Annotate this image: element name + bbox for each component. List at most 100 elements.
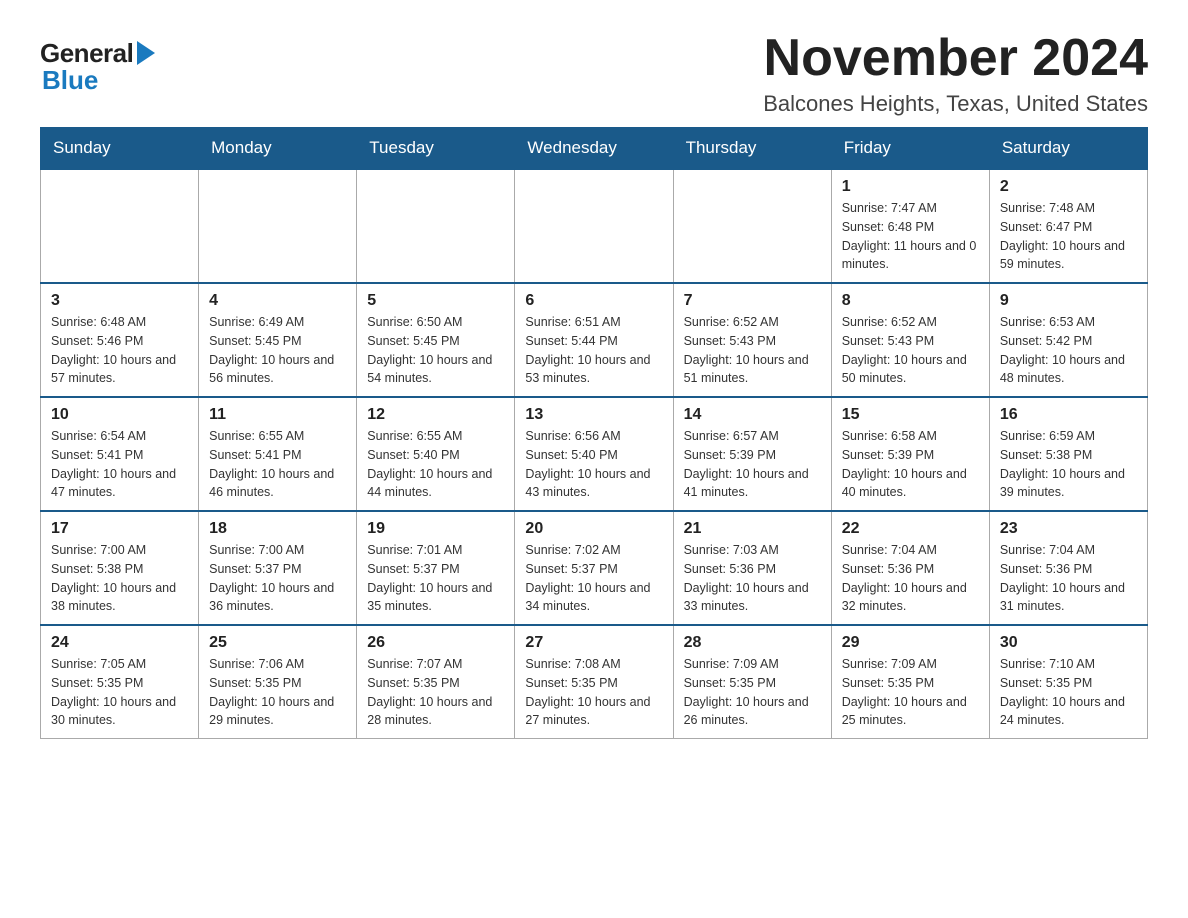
day-number: 10 [51,406,188,424]
calendar-empty-cell [199,169,357,283]
calendar-week-row: 17 Sunrise: 7:00 AM Sunset: 5:38 PM Dayli… [41,511,1148,625]
calendar-day-29: 29 Sunrise: 7:09 AM Sunset: 5:35 PM Dayli… [831,625,989,739]
title-section: November 2024 Balcones Heights, Texas, U… [763,30,1148,117]
day-info: Sunrise: 6:52 AM Sunset: 5:43 PM Dayligh… [684,313,821,388]
calendar-body: 1 Sunrise: 7:47 AM Sunset: 6:48 PM Daylig… [41,169,1148,739]
calendar-day-11: 11 Sunrise: 6:55 AM Sunset: 5:41 PM Dayli… [199,397,357,511]
calendar-day-28: 28 Sunrise: 7:09 AM Sunset: 5:35 PM Dayli… [673,625,831,739]
calendar-day-17: 17 Sunrise: 7:00 AM Sunset: 5:38 PM Dayli… [41,511,199,625]
day-number: 27 [525,634,662,652]
day-number: 3 [51,292,188,310]
calendar-day-25: 25 Sunrise: 7:06 AM Sunset: 5:35 PM Dayli… [199,625,357,739]
day-info: Sunrise: 6:52 AM Sunset: 5:43 PM Dayligh… [842,313,979,388]
weekday-header-wednesday: Wednesday [515,128,673,170]
day-info: Sunrise: 7:47 AM Sunset: 6:48 PM Dayligh… [842,199,979,274]
day-info: Sunrise: 6:58 AM Sunset: 5:39 PM Dayligh… [842,427,979,502]
calendar-day-10: 10 Sunrise: 6:54 AM Sunset: 5:41 PM Dayli… [41,397,199,511]
day-number: 9 [1000,292,1137,310]
day-info: Sunrise: 7:04 AM Sunset: 5:36 PM Dayligh… [842,541,979,616]
day-number: 28 [684,634,821,652]
day-info: Sunrise: 6:55 AM Sunset: 5:40 PM Dayligh… [367,427,504,502]
day-number: 15 [842,406,979,424]
day-number: 30 [1000,634,1137,652]
calendar-day-13: 13Sunrise: 6:56 AM Sunset: 5:40 PM Dayli… [515,397,673,511]
calendar-day-19: 19 Sunrise: 7:01 AM Sunset: 5:37 PM Dayli… [357,511,515,625]
day-number: 11 [209,406,346,424]
weekday-header-tuesday: Tuesday [357,128,515,170]
page-header: General Blue November 2024 Balcones Heig… [40,30,1148,117]
day-info: Sunrise: 6:51 AM Sunset: 5:44 PM Dayligh… [525,313,662,388]
calendar-day-18: 18 Sunrise: 7:00 AM Sunset: 5:37 PM Dayli… [199,511,357,625]
day-info: Sunrise: 7:09 AM Sunset: 5:35 PM Dayligh… [842,655,979,730]
calendar-day-24: 24 Sunrise: 7:05 AM Sunset: 5:35 PM Dayli… [41,625,199,739]
weekday-header-friday: Friday [831,128,989,170]
day-info: Sunrise: 6:50 AM Sunset: 5:45 PM Dayligh… [367,313,504,388]
day-info: Sunrise: 7:09 AM Sunset: 5:35 PM Dayligh… [684,655,821,730]
day-number: 18 [209,520,346,538]
day-number: 12 [367,406,504,424]
day-info: Sunrise: 6:59 AM Sunset: 5:38 PM Dayligh… [1000,427,1137,502]
calendar-day-1: 1 Sunrise: 7:47 AM Sunset: 6:48 PM Daylig… [831,169,989,283]
logo-triangle-icon [137,41,155,65]
day-info: Sunrise: 7:10 AM Sunset: 5:35 PM Dayligh… [1000,655,1137,730]
day-info: Sunrise: 7:00 AM Sunset: 5:38 PM Dayligh… [51,541,188,616]
calendar-day-8: 8 Sunrise: 6:52 AM Sunset: 5:43 PM Daylig… [831,283,989,397]
logo-blue-text: Blue [42,65,98,96]
day-number: 25 [209,634,346,652]
day-info: Sunrise: 7:01 AM Sunset: 5:37 PM Dayligh… [367,541,504,616]
calendar-empty-cell [357,169,515,283]
weekday-header-monday: Monday [199,128,357,170]
calendar-day-30: 30 Sunrise: 7:10 AM Sunset: 5:35 PM Dayli… [989,625,1147,739]
calendar-day-12: 12 Sunrise: 6:55 AM Sunset: 5:40 PM Dayli… [357,397,515,511]
calendar-day-5: 5Sunrise: 6:50 AM Sunset: 5:45 PM Daylig… [357,283,515,397]
day-info: Sunrise: 6:53 AM Sunset: 5:42 PM Dayligh… [1000,313,1137,388]
day-info: Sunrise: 6:55 AM Sunset: 5:41 PM Dayligh… [209,427,346,502]
calendar-empty-cell [515,169,673,283]
day-number: 16 [1000,406,1137,424]
calendar-header: SundayMondayTuesdayWednesdayThursdayFrid… [41,128,1148,170]
day-info: Sunrise: 6:48 AM Sunset: 5:46 PM Dayligh… [51,313,188,388]
day-number: 20 [525,520,662,538]
day-info: Sunrise: 7:00 AM Sunset: 5:37 PM Dayligh… [209,541,346,616]
calendar-empty-cell [41,169,199,283]
calendar-week-row: 10 Sunrise: 6:54 AM Sunset: 5:41 PM Dayli… [41,397,1148,511]
calendar-day-6: 6Sunrise: 6:51 AM Sunset: 5:44 PM Daylig… [515,283,673,397]
calendar-day-22: 22Sunrise: 7:04 AM Sunset: 5:36 PM Dayli… [831,511,989,625]
calendar-day-9: 9 Sunrise: 6:53 AM Sunset: 5:42 PM Daylig… [989,283,1147,397]
calendar-empty-cell [673,169,831,283]
day-number: 24 [51,634,188,652]
day-number: 7 [684,292,821,310]
day-info: Sunrise: 7:04 AM Sunset: 5:36 PM Dayligh… [1000,541,1137,616]
day-number: 26 [367,634,504,652]
location-subtitle: Balcones Heights, Texas, United States [763,91,1148,117]
day-number: 29 [842,634,979,652]
day-number: 17 [51,520,188,538]
calendar-day-4: 4 Sunrise: 6:49 AM Sunset: 5:45 PM Daylig… [199,283,357,397]
day-info: Sunrise: 6:54 AM Sunset: 5:41 PM Dayligh… [51,427,188,502]
calendar-day-27: 27Sunrise: 7:08 AM Sunset: 5:35 PM Dayli… [515,625,673,739]
day-info: Sunrise: 7:03 AM Sunset: 5:36 PM Dayligh… [684,541,821,616]
day-number: 8 [842,292,979,310]
calendar-day-14: 14Sunrise: 6:57 AM Sunset: 5:39 PM Dayli… [673,397,831,511]
logo: General Blue [40,30,155,96]
day-info: Sunrise: 6:49 AM Sunset: 5:45 PM Dayligh… [209,313,346,388]
day-number: 23 [1000,520,1137,538]
day-info: Sunrise: 7:05 AM Sunset: 5:35 PM Dayligh… [51,655,188,730]
calendar-week-row: 24 Sunrise: 7:05 AM Sunset: 5:35 PM Dayli… [41,625,1148,739]
calendar-day-20: 20 Sunrise: 7:02 AM Sunset: 5:37 PM Dayli… [515,511,673,625]
calendar-day-23: 23 Sunrise: 7:04 AM Sunset: 5:36 PM Dayli… [989,511,1147,625]
day-number: 2 [1000,178,1137,196]
day-number: 19 [367,520,504,538]
day-info: Sunrise: 7:02 AM Sunset: 5:37 PM Dayligh… [525,541,662,616]
day-number: 4 [209,292,346,310]
calendar-week-row: 3 Sunrise: 6:48 AM Sunset: 5:46 PM Daylig… [41,283,1148,397]
day-number: 1 [842,178,979,196]
calendar-table: SundayMondayTuesdayWednesdayThursdayFrid… [40,127,1148,739]
calendar-day-16: 16 Sunrise: 6:59 AM Sunset: 5:38 PM Dayli… [989,397,1147,511]
day-info: Sunrise: 6:57 AM Sunset: 5:39 PM Dayligh… [684,427,821,502]
day-info: Sunrise: 7:48 AM Sunset: 6:47 PM Dayligh… [1000,199,1137,274]
weekday-header-saturday: Saturday [989,128,1147,170]
weekday-header-sunday: Sunday [41,128,199,170]
day-info: Sunrise: 6:56 AM Sunset: 5:40 PM Dayligh… [525,427,662,502]
day-info: Sunrise: 7:06 AM Sunset: 5:35 PM Dayligh… [209,655,346,730]
